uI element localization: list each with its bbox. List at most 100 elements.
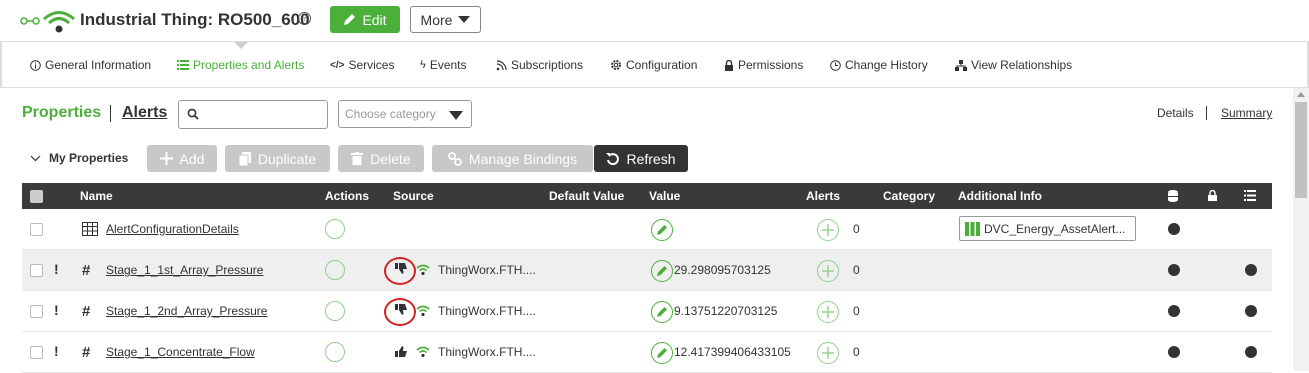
more-button[interactable]: More: [410, 6, 481, 33]
wifi-icon: [416, 346, 430, 357]
my-properties-label: My Properties: [49, 151, 129, 165]
divider: [110, 105, 111, 122]
check-icon: [1245, 346, 1257, 358]
property-name-link[interactable]: Stage_1_1st_Array_Pressure: [106, 263, 263, 277]
search-input[interactable]: [205, 104, 323, 125]
tab-subscriptions[interactable]: Subscriptions: [496, 58, 583, 72]
alert-count: 0: [853, 263, 860, 277]
add-alert-icon[interactable]: [817, 301, 839, 323]
column-header-source[interactable]: Source: [393, 189, 434, 203]
properties-table: Name Actions Source Default Value Value …: [22, 183, 1272, 373]
category-select[interactable]: Choose category: [338, 100, 472, 128]
thumbs-up-icon: [395, 346, 407, 357]
table-row[interactable]: ! # Stage_1_Concentrate_Flow ThingWorx.F…: [22, 332, 1272, 373]
copy-action-icon[interactable]: [325, 301, 345, 321]
edit-value-icon[interactable]: [651, 260, 673, 282]
details-link[interactable]: Details: [1157, 106, 1194, 120]
tab-properties-and-alerts[interactable]: Properties and Alerts: [177, 58, 304, 72]
column-header-alerts[interactable]: Alerts: [806, 189, 840, 203]
table-row[interactable]: ! # Stage_1_1st_Array_Pressure ThingWorx…: [22, 250, 1272, 291]
duplicate-button-label: Duplicate: [257, 150, 317, 167]
tab-change-history[interactable]: Change History: [830, 58, 928, 72]
vertical-scrollbar[interactable]: [1293, 88, 1309, 371]
add-alert-icon[interactable]: [817, 260, 839, 282]
sitemap-icon: [955, 59, 967, 71]
list-icon: [177, 60, 189, 70]
check-icon: [1168, 264, 1180, 276]
duplicate-button[interactable]: Duplicate: [225, 145, 330, 172]
copy-action-icon[interactable]: [325, 260, 345, 280]
database-icon: [1168, 190, 1178, 202]
property-value: 29.298095703125: [674, 263, 771, 277]
edit-value-icon[interactable]: [651, 219, 673, 241]
property-name-link[interactable]: Stage_1_Concentrate_Flow: [106, 345, 255, 359]
edit-value-icon[interactable]: [651, 301, 673, 323]
refresh-button[interactable]: Refresh: [594, 145, 688, 172]
thing-header: Industrial Thing: RO500_600 ? Edit More: [0, 0, 1309, 42]
help-icon[interactable]: ?: [298, 12, 311, 25]
refresh-icon: [606, 153, 620, 165]
my-properties-toggle[interactable]: My Properties: [30, 151, 128, 165]
row-checkbox[interactable]: [30, 264, 43, 277]
column-header-default-value[interactable]: Default Value: [549, 189, 624, 203]
tab-general-information[interactable]: General Information: [30, 58, 151, 72]
select-all-checkbox[interactable]: [30, 190, 43, 203]
property-value: 9.13751220703125: [674, 304, 778, 318]
alerts-link[interactable]: Alerts: [122, 104, 167, 122]
link-icon: [448, 151, 462, 166]
hash-icon: #: [82, 303, 91, 320]
delete-button-label: Delete: [370, 150, 411, 167]
property-name-link[interactable]: AlertConfigurationDetails: [106, 222, 239, 236]
check-icon: [1168, 223, 1180, 235]
tab-label: Change History: [845, 58, 928, 72]
tab-label: Subscriptions: [511, 58, 584, 72]
manage-bindings-button[interactable]: Manage Bindings: [432, 145, 593, 172]
active-tab-pointer: [234, 42, 248, 49]
column-header-value[interactable]: Value: [649, 189, 680, 203]
table-icon: [82, 222, 98, 236]
scroll-up-arrow[interactable]: [1297, 92, 1305, 97]
table-row[interactable]: AlertConfigurationDetails 0 DVC_Energy_A…: [22, 209, 1272, 250]
tab-events[interactable]: ϟ Events: [420, 58, 467, 72]
row-checkbox[interactable]: [30, 305, 43, 318]
row-checkbox[interactable]: [30, 346, 43, 359]
divider: [1206, 106, 1207, 120]
add-button-label: Add: [179, 150, 205, 167]
wifi-thing-icon: [20, 11, 75, 33]
wifi-icon: [416, 305, 430, 316]
delete-button[interactable]: Delete: [338, 145, 424, 172]
add-button[interactable]: Add: [147, 145, 217, 172]
properties-link[interactable]: Properties: [22, 104, 101, 122]
add-alert-icon[interactable]: [817, 219, 839, 241]
edit-button[interactable]: Edit: [330, 6, 400, 33]
trash-icon: [351, 152, 364, 165]
column-header-additional-info[interactable]: Additional Info: [958, 189, 1042, 203]
scroll-thumb[interactable]: [1295, 102, 1307, 198]
chevron-down-icon: [449, 111, 463, 120]
add-alert-icon[interactable]: [817, 342, 839, 364]
copy-action-icon[interactable]: [325, 219, 345, 239]
plus-icon: [159, 152, 173, 165]
edit-value-icon[interactable]: [651, 342, 673, 364]
tab-permissions[interactable]: Permissions: [724, 58, 803, 72]
tab-services[interactable]: </> Services: [330, 58, 394, 72]
tab-view-relationships[interactable]: View Relationships: [955, 58, 1072, 72]
column-header-name[interactable]: Name: [80, 189, 113, 203]
source-text: ThingWorx.FTH....: [438, 304, 536, 318]
tab-label: Services: [348, 58, 395, 72]
tab-label: General Information: [45, 58, 152, 72]
source-text: ThingWorx.FTH....: [438, 345, 536, 359]
search-field[interactable]: [178, 100, 328, 129]
property-name-link[interactable]: Stage_1_2nd_Array_Pressure: [106, 304, 267, 318]
bolt-icon: ϟ: [420, 59, 426, 71]
source-text: ThingWorx.FTH....: [438, 263, 536, 277]
row-checkbox[interactable]: [30, 223, 43, 236]
summary-link[interactable]: Summary: [1221, 106, 1272, 120]
tab-configuration[interactable]: Configuration: [610, 58, 697, 72]
column-header-category[interactable]: Category: [883, 189, 935, 203]
table-header: Name Actions Source Default Value Value …: [22, 183, 1272, 209]
alert-count: 0: [853, 345, 860, 359]
additional-info-field[interactable]: DVC_Energy_AssetAlert...: [959, 216, 1136, 241]
table-row[interactable]: ! # Stage_1_2nd_Array_Pressure ThingWorx…: [22, 291, 1272, 332]
copy-action-icon[interactable]: [325, 342, 345, 362]
